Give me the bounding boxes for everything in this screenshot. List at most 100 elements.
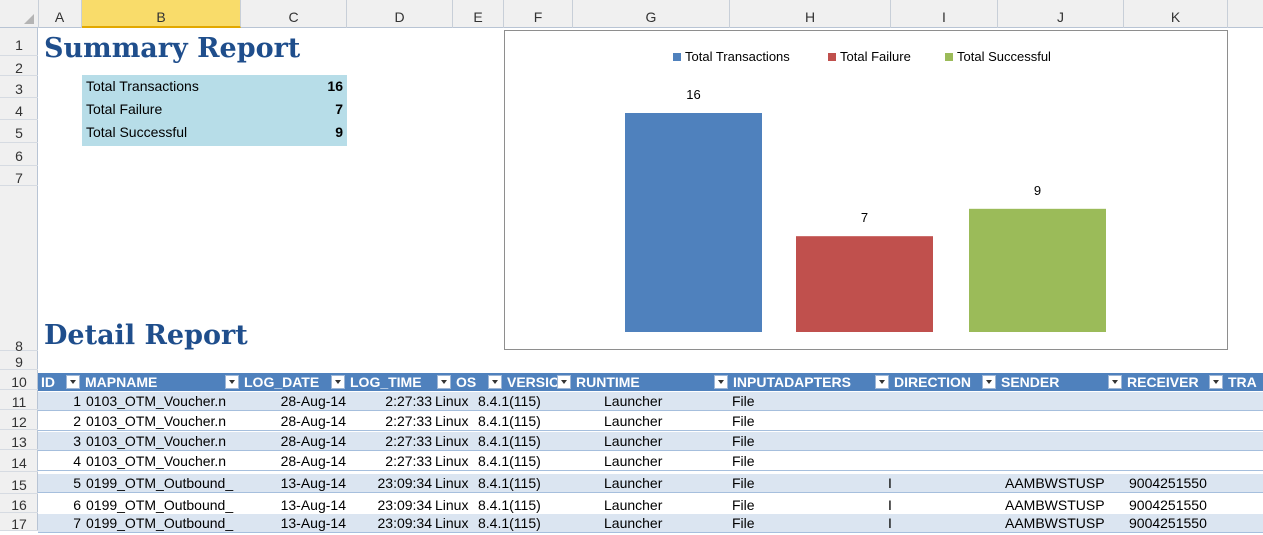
cell-direction[interactable]: I [888, 475, 908, 491]
table-row[interactable]: 3 0103_OTM_Voucher.n 28-Aug-14 2:27:33 Linux… [38, 432, 1263, 451]
cell-mapname[interactable]: 0103_OTM_Voucher.n [86, 413, 242, 429]
cell-os[interactable]: Linux [435, 413, 475, 429]
cell-mapname[interactable]: 0199_OTM_Outbound_ [86, 497, 242, 513]
column-header-c[interactable]: C [241, 0, 347, 28]
cell-log_date[interactable]: 13-Aug-14 [250, 515, 346, 531]
row-header-2[interactable]: 2 [0, 56, 38, 76]
bar-chart[interactable]: Total Transactions Total Failure Total S… [504, 30, 1228, 350]
bar-total-transactions[interactable] [625, 113, 762, 332]
cell-id[interactable]: 3 [47, 433, 81, 449]
cell-sender[interactable]: AAMBWSTUSP [1005, 515, 1123, 531]
cell-log_time[interactable]: 2:27:33 [350, 413, 432, 429]
bar-total-successful[interactable] [969, 208, 1106, 332]
column-header-i[interactable]: I [891, 0, 998, 28]
column-header-e[interactable]: E [453, 0, 504, 28]
cell-runtime[interactable]: Launcher [604, 393, 724, 409]
filter-dropdown-icon[interactable] [714, 375, 728, 389]
cell-id[interactable]: 4 [47, 453, 81, 469]
row-header-11[interactable]: 11 [0, 390, 38, 410]
cell-log_time[interactable]: 23:09:34 [350, 515, 433, 531]
cell-log_time[interactable]: 2:27:33 [350, 433, 432, 449]
cell-runtime[interactable]: Launcher [604, 475, 724, 491]
cell-version[interactable]: 8.4.1(115) [478, 475, 573, 491]
row-header-5[interactable]: 5 [0, 120, 38, 143]
row-header-1[interactable]: 1 [0, 30, 38, 56]
row-header-12[interactable]: 12 [0, 410, 38, 430]
filter-dropdown-icon[interactable] [875, 375, 889, 389]
cell-inputadapters[interactable]: File [732, 413, 882, 429]
cell-os[interactable]: Linux [435, 515, 475, 531]
cell-os[interactable]: Linux [435, 433, 475, 449]
column-header-g[interactable]: G [573, 0, 730, 28]
cell-receiver[interactable]: 9004251550 [1129, 515, 1239, 531]
column-header-k[interactable]: K [1124, 0, 1228, 28]
cell-log_date[interactable]: 28-Aug-14 [250, 433, 346, 449]
table-row[interactable]: 4 0103_OTM_Voucher.n 28-Aug-14 2:27:33 Linux… [38, 452, 1263, 471]
table-row[interactable]: 1 0103_OTM_Voucher.n 28-Aug-14 2:27:33 Linux… [38, 392, 1263, 411]
cell-version[interactable]: 8.4.1(115) [478, 413, 573, 429]
cell-log_time[interactable]: 2:27:33 [350, 393, 432, 409]
row-header-15[interactable]: 15 [0, 472, 38, 494]
cell-version[interactable]: 8.4.1(115) [478, 393, 573, 409]
cell-version[interactable]: 8.4.1(115) [478, 515, 573, 531]
filter-dropdown-icon[interactable] [1209, 375, 1223, 389]
cell-runtime[interactable]: Launcher [604, 433, 724, 449]
cell-os[interactable]: Linux [435, 453, 475, 469]
cell-os[interactable]: Linux [435, 475, 475, 491]
row-header-10[interactable]: 10 [0, 370, 38, 390]
column-header-a[interactable]: A [38, 0, 82, 28]
column-header-j[interactable]: J [998, 0, 1124, 28]
row-header-8[interactable]: 8 [0, 186, 38, 354]
filter-dropdown-icon[interactable] [557, 375, 571, 389]
column-header-f[interactable]: F [504, 0, 573, 28]
cell-version[interactable]: 8.4.1(115) [478, 453, 573, 469]
filter-dropdown-icon[interactable] [331, 375, 345, 389]
cell-os[interactable]: Linux [435, 393, 475, 409]
filter-dropdown-icon[interactable] [66, 375, 80, 389]
filter-dropdown-icon[interactable] [437, 375, 451, 389]
cell-direction[interactable]: I [888, 497, 908, 513]
cell-log_date[interactable]: 28-Aug-14 [250, 413, 346, 429]
cell-log_date[interactable]: 13-Aug-14 [250, 497, 346, 513]
column-header-b[interactable]: B [82, 0, 241, 28]
cell-id[interactable]: 5 [47, 475, 81, 491]
cell-inputadapters[interactable]: File [732, 475, 882, 491]
cell-runtime[interactable]: Launcher [604, 515, 724, 531]
cell-mapname[interactable]: 0199_OTM_Outbound_ [86, 515, 242, 531]
column-header-d[interactable]: D [347, 0, 453, 28]
summary-row[interactable]: Total Failure 7 [82, 98, 347, 121]
filter-dropdown-icon[interactable] [982, 375, 996, 389]
row-header-14[interactable]: 14 [0, 450, 38, 472]
select-all-corner[interactable] [0, 0, 39, 28]
cell-mapname[interactable]: 0103_OTM_Voucher.n [86, 453, 242, 469]
cell-mapname[interactable]: 0103_OTM_Voucher.n [86, 393, 242, 409]
cell-version[interactable]: 8.4.1(115) [478, 497, 573, 513]
cell-runtime[interactable]: Launcher [604, 413, 724, 429]
table-row[interactable]: 7 0199_OTM_Outbound_ 13-Aug-14 23:09:34 Linu… [38, 514, 1263, 533]
table-row[interactable]: 6 0199_OTM_Outbound_ 13-Aug-14 23:09:34 Linu… [38, 496, 1263, 515]
row-header-3[interactable]: 3 [0, 76, 38, 98]
cell-receiver[interactable]: 9004251550 [1129, 497, 1239, 513]
cell-id[interactable]: 6 [47, 497, 81, 513]
table-row[interactable]: 5 0199_OTM_Outbound_ 13-Aug-14 23:09:34 Linu… [38, 474, 1263, 493]
cell-runtime[interactable]: Launcher [604, 497, 724, 513]
filter-dropdown-icon[interactable] [225, 375, 239, 389]
cell-inputadapters[interactable]: File [732, 393, 882, 409]
cell-version[interactable]: 8.4.1(115) [478, 433, 573, 449]
column-header-h[interactable]: H [730, 0, 891, 28]
cell-log_time[interactable]: 2:27:33 [350, 453, 432, 469]
cell-log_time[interactable]: 23:09:34 [350, 475, 433, 491]
cell-mapname[interactable]: 0103_OTM_Voucher.n [86, 433, 242, 449]
cell-mapname[interactable]: 0199_OTM_Outbound_ [86, 475, 242, 491]
bar-total-failure[interactable] [796, 236, 933, 332]
cell-sender[interactable]: AAMBWSTUSP [1005, 497, 1123, 513]
row-header-6[interactable]: 6 [0, 143, 38, 166]
cell-sender[interactable]: AAMBWSTUSP [1005, 475, 1123, 491]
cell-inputadapters[interactable]: File [732, 497, 882, 513]
cell-log_time[interactable]: 23:09:34 [350, 497, 433, 513]
cell-log_date[interactable]: 28-Aug-14 [250, 393, 346, 409]
cell-inputadapters[interactable]: File [732, 433, 882, 449]
cell-log_date[interactable]: 28-Aug-14 [250, 453, 346, 469]
row-header-17[interactable]: 17 [0, 513, 38, 532]
filter-dropdown-icon[interactable] [1108, 375, 1122, 389]
